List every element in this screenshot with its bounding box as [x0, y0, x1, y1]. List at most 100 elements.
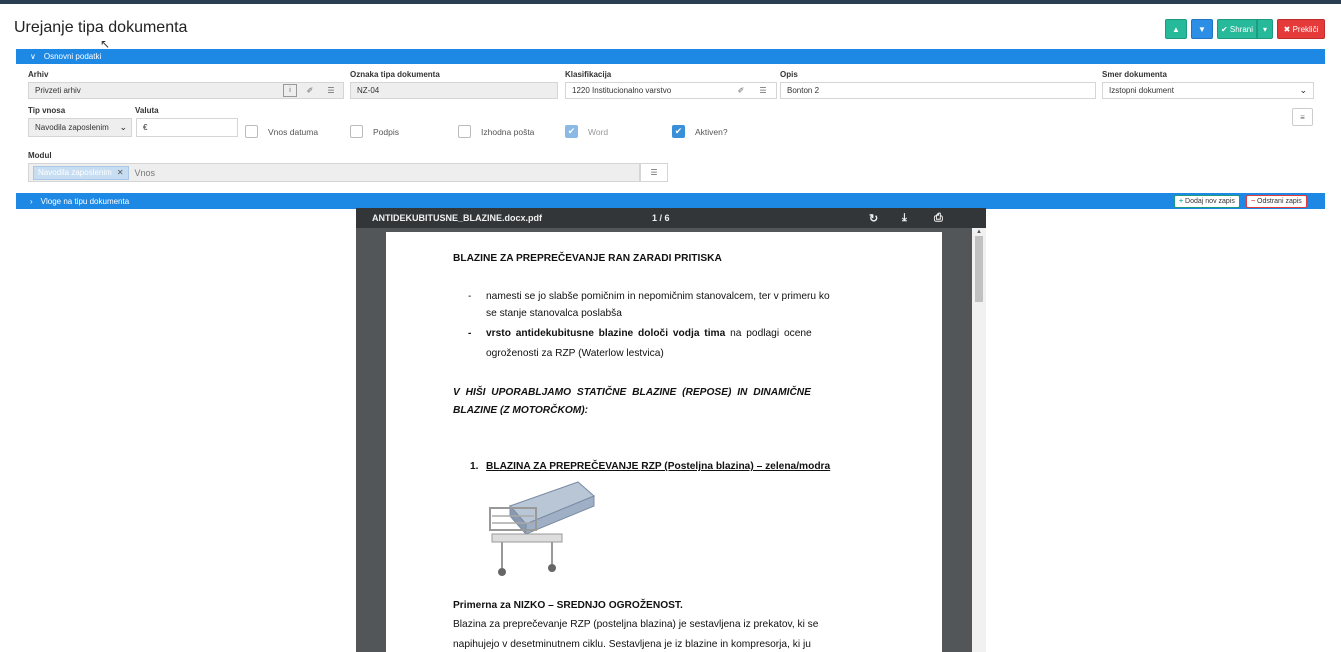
doc-paragraph-1: Blazina za preprečevanje RZP (posteljna …	[453, 619, 819, 630]
oznaka-label: Oznaka tipa dokumenta	[350, 70, 440, 79]
plus-icon: +	[1179, 198, 1184, 205]
upload-icon[interactable]: ▲	[1165, 19, 1187, 39]
checkbox-label: Aktiven?	[695, 126, 728, 137]
save-dropdown-button[interactable]: ▾	[1257, 19, 1273, 39]
info-icon[interactable]: i	[283, 84, 297, 97]
top-border	[0, 0, 1341, 4]
doc-bullet-2: vrsto antidekubitusne blazine določi vod…	[486, 325, 876, 342]
tip-vnosa-select[interactable]: Navodila zaposlenim ⌄	[28, 118, 132, 137]
list-icon[interactable]: ☰	[754, 84, 772, 97]
pdf-filename: ANTIDEKUBITUSNE_BLAZINE.docx.pdf	[372, 213, 543, 223]
pdf-scrollbar[interactable]: ▲	[972, 228, 986, 652]
oznaka-value: NZ-04	[357, 86, 380, 95]
modul-label: Modul	[28, 151, 52, 160]
checkbox-box[interactable]	[245, 125, 258, 138]
bullet-dash: -	[468, 291, 472, 302]
modul-input-placeholder[interactable]: Vnos	[135, 168, 156, 178]
chevron-down-icon: ∨	[30, 52, 36, 61]
klasifikacija-value: 1220 Institucionalno varstvo	[572, 86, 672, 95]
doc-italic-heading-2: BLAZINE (Z MOTORČKOM):	[453, 405, 589, 416]
section-roles-header[interactable]: › Vloge na tipu dokumenta	[16, 193, 1325, 209]
arhiv-label: Arhiv	[28, 70, 49, 79]
checkbox-label: Vnos datuma	[268, 126, 319, 137]
section-basic-header[interactable]: ∨ Osnovni podatki	[16, 49, 1325, 64]
download-icon[interactable]: ▼	[1191, 19, 1213, 39]
rotate-icon[interactable]: ↻	[869, 212, 878, 225]
smer-select[interactable]: Izstopni dokument ⌄	[1102, 82, 1314, 99]
close-icon: ✖	[1283, 24, 1291, 34]
checkbox-label: Podpis	[373, 126, 399, 137]
doc-subheading: Primerna za NIZKO – SREDNJO OGROŽENOST.	[453, 600, 683, 611]
opis-label: Opis	[780, 70, 798, 79]
doc-numbered-heading: BLAZINA ZA PREPREČEVANJE RZP (Posteljna …	[486, 461, 831, 472]
valuta-value: €	[143, 123, 148, 132]
check-icon[interactable]: ✔	[672, 125, 685, 138]
remove-tag-icon[interactable]: ✕	[117, 168, 124, 177]
pdf-viewer[interactable]: ANTIDEKUBITUSNE_BLAZINE.docx.pdf 1 / 6 ↻…	[356, 208, 986, 652]
tip-vnosa-value: Navodila zaposlenim	[35, 123, 109, 132]
bed-image	[489, 481, 595, 576]
checkbox-label: Word	[588, 126, 609, 137]
remove-record-button[interactable]: − Odstrani zapis	[1246, 195, 1307, 208]
minus-icon: −	[1251, 198, 1256, 205]
chevron-down-icon: ⌄	[119, 122, 127, 132]
doc-bullet-2-bold: vrsto antidekubitusne blazine določi vod…	[486, 328, 726, 339]
add-record-button[interactable]: + Dodaj nov zapis	[1174, 195, 1240, 208]
header-actions: ▲ ▼ ✔ Shrani ▾ ✖ Prekliči	[1165, 19, 1325, 39]
scrollbar-thumb[interactable]	[975, 236, 983, 302]
save-label: Shrani	[1229, 24, 1254, 34]
remove-record-label: Odstrani zapis	[1257, 198, 1302, 205]
save-button[interactable]: ✔ Shrani	[1217, 19, 1257, 39]
tip-vnosa-label: Tip vnosa	[28, 106, 66, 115]
section-basic-label: Osnovni podatki	[43, 52, 102, 61]
opis-value: Bonton 2	[787, 86, 820, 95]
eraser-icon[interactable]: ✐	[303, 84, 317, 97]
doc-bullet-2-rest: na podlagi ocene	[725, 328, 812, 339]
checkbox-izhodna-posta[interactable]: Izhodna pošta	[458, 125, 534, 138]
modul-field[interactable]: Navodila zaposlenim ✕ Vnos	[28, 163, 640, 182]
checkbox-aktiven[interactable]: ✔ Aktiven?	[672, 125, 728, 138]
chevron-right-icon: ›	[30, 196, 33, 206]
pdf-page: BLAZINE ZA PREPREČEVANJE RAN ZARADI PRIT…	[386, 232, 942, 652]
download-icon[interactable]: ⤓	[902, 212, 907, 225]
doc-italic-heading-1: V HIŠI UPORABLJAMO STATIČNE BLAZINE (REP…	[453, 387, 811, 398]
caret-down-icon: ▾	[1262, 24, 1267, 34]
smer-label: Smer dokumenta	[1102, 70, 1167, 79]
doc-list-number: 1.	[470, 461, 479, 472]
arhiv-value: Privzeti arhiv	[35, 86, 81, 95]
smer-value: Izstopni dokument	[1109, 86, 1174, 95]
opis-field[interactable]: Bonton 2	[780, 82, 1096, 99]
check-icon: ✔	[1220, 24, 1228, 34]
list-icon[interactable]: ☰	[640, 163, 668, 182]
list-icon[interactable]: ☰	[322, 84, 340, 97]
modul-tag: Navodila zaposlenim ✕	[33, 165, 129, 180]
scroll-up-icon[interactable]: ▲	[976, 229, 982, 235]
doc-paragraph-2: napihujejo v desetminutnem ciklu. Sestav…	[453, 639, 811, 650]
section-roles-label: Vloge na tipu dokumenta	[40, 196, 130, 206]
pdf-toolbar: ANTIDEKUBITUSNE_BLAZINE.docx.pdf 1 / 6 ↻…	[356, 208, 986, 228]
modul-tag-label: Navodila zaposlenim	[38, 168, 112, 177]
checkbox-word[interactable]: ✔ Word	[565, 125, 608, 138]
checkbox-podpis[interactable]: Podpis	[350, 125, 399, 138]
doc-bullet-1-cont: se stanje stanovalca poslabša	[486, 308, 622, 319]
doc-heading: BLAZINE ZA PREPREČEVANJE RAN ZARADI PRIT…	[453, 253, 722, 264]
doc-bullet-2-cont: ogroženosti za RZP (Waterlow lestvica)	[486, 348, 664, 359]
checkbox-box[interactable]	[458, 125, 471, 138]
valuta-field[interactable]: €	[136, 118, 238, 137]
doc-bullet-1: namesti se jo slabše pomičnim in nepomič…	[486, 291, 830, 302]
bullet-dash: -	[468, 328, 472, 339]
print-icon[interactable]: ⎙	[934, 212, 943, 225]
eraser-icon[interactable]: ✐	[734, 84, 748, 97]
oznaka-field[interactable]: NZ-04	[350, 82, 558, 99]
valuta-label: Valuta	[135, 106, 159, 115]
cancel-button[interactable]: ✖ Prekliči	[1277, 19, 1325, 39]
klasifikacija-label: Klasifikacija	[565, 70, 612, 79]
add-record-label: Dodaj nov zapis	[1185, 198, 1235, 205]
checkbox-box[interactable]	[350, 125, 363, 138]
check-icon[interactable]: ✔	[565, 125, 578, 138]
checkbox-vnos-datuma[interactable]: Vnos datuma	[245, 125, 318, 138]
cancel-label: Prekliči	[1292, 24, 1319, 34]
save-split-button: ✔ Shrani ▾	[1217, 19, 1273, 39]
settings-sliders-icon[interactable]: ≡	[1292, 108, 1313, 126]
pdf-page-indicator: 1 / 6	[652, 213, 670, 223]
